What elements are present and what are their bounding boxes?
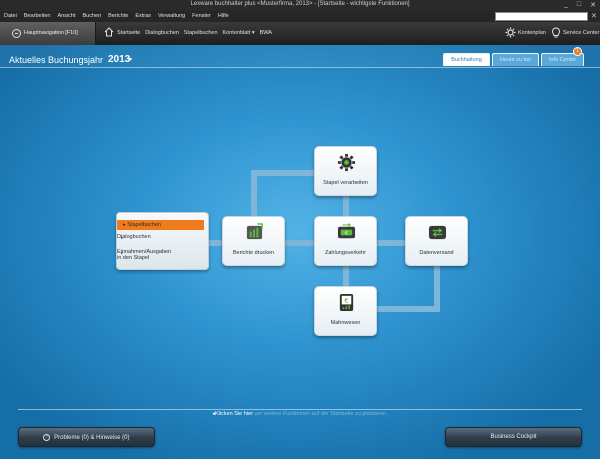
link-bwa[interactable]: BWA	[260, 30, 272, 36]
warning-icon: !	[43, 434, 51, 441]
tile-stapel-verarbeiten[interactable]: Stapel verarbeiten	[314, 146, 377, 196]
service-center-label: Service Center	[563, 30, 600, 36]
menu-item-einnahmen-ausgaben[interactable]: Einnahmen/Ausgaben in den Stapel	[117, 249, 171, 261]
divider	[18, 409, 582, 410]
tile-berichte-drucken[interactable]: Berichte drucken	[222, 216, 285, 266]
window-controls: _ □ ✕	[564, 1, 596, 9]
business-cockpit-button[interactable]: Business Cockpit	[445, 427, 582, 447]
close-button[interactable]: ✕	[590, 1, 596, 9]
link-stapelbuchen[interactable]: Stapelbuchen	[184, 30, 218, 36]
hauptnavigation-button[interactable]: Hauptnavigation [F10]	[0, 22, 96, 45]
tile-stapel-verarbeiten-label: Stapel verarbeiten	[323, 180, 368, 186]
menu-berichte[interactable]: Berichte	[108, 13, 128, 19]
info-center-badge: 1	[573, 47, 582, 56]
link-startseite[interactable]: Startseite	[117, 30, 140, 36]
connector-line	[343, 265, 349, 287]
problems-hints-label: Probleme (0) & Hinweise (0)	[54, 435, 130, 442]
search-input[interactable]	[495, 12, 588, 21]
svg-text:€: €	[345, 230, 348, 236]
home-icon[interactable]	[104, 27, 114, 37]
menu-fenster[interactable]: Fenster	[192, 13, 211, 19]
hauptnavigation-label: Hauptnavigation [F10]	[24, 30, 78, 36]
hint-rest: um weitere Funktionen auf der Startseite…	[254, 411, 388, 417]
menu-item-stapelbuchen-label: Stapelbuchen	[127, 222, 161, 228]
lightbulb-icon	[552, 27, 560, 38]
link-dialogbuchen[interactable]: Dialogbuchen	[145, 30, 179, 36]
tab-buchhaltung[interactable]: Buchhaltung	[443, 53, 490, 66]
chevron-down-icon[interactable]: ▾	[129, 56, 132, 63]
menu-item-dialogbuchen[interactable]: Dialogbuchen	[117, 234, 151, 240]
kontenplan-label: Kontenplan	[518, 30, 546, 36]
close-document-button[interactable]: ✕	[591, 12, 597, 20]
connector-line	[377, 306, 440, 312]
tile-mahnwesen[interactable]: € Mahnwesen	[314, 286, 377, 336]
menu-buchen[interactable]: Buchen	[83, 13, 102, 19]
menu-item-einnahmen-line2: in den Stapel	[117, 255, 150, 261]
menu-hilfe[interactable]: Hilfe	[218, 13, 229, 19]
link-kontenblatt[interactable]: Kontenblatt ▾	[223, 30, 255, 36]
connector-line	[251, 170, 316, 176]
menu-extras[interactable]: Extras	[135, 13, 151, 19]
tile-zahlungsverkehr[interactable]: € Zahlungsverkehr	[314, 216, 377, 266]
gear-icon	[505, 27, 516, 38]
buchen-menu-card: ▸ Stapelbuchen ▸ Dialogbuchen ▸ Einnahme…	[116, 212, 209, 270]
tile-berichte-drucken-label: Berichte drucken	[232, 250, 275, 256]
report-icon	[246, 223, 263, 240]
year-label: Aktuelles Buchungsjahr	[9, 55, 104, 65]
hint-link[interactable]: Klicken Sie hier	[215, 411, 253, 417]
menu-bar: Datei Bearbeiten Ansicht Buchen Berichte…	[0, 11, 600, 22]
maximize-button[interactable]: □	[577, 1, 581, 9]
kontenplan-button[interactable]: Kontenplan	[505, 27, 546, 40]
collapse-icon	[12, 29, 21, 38]
main-area	[0, 45, 600, 459]
tile-datenversand[interactable]: Datenversand	[405, 216, 468, 266]
window-title: Lexware buchhalter plus <Musterfirma, 20…	[190, 1, 410, 7]
title-bar: Lexware buchhalter plus <Musterfirma, 20…	[0, 0, 600, 11]
tile-mahnwesen-label: Mahnwesen	[330, 320, 361, 326]
payment-icon: €	[337, 223, 356, 239]
year-value[interactable]: 2013	[108, 54, 130, 65]
hint-text: ◂Klicken Sie hier um weitere Funktionen …	[0, 411, 600, 417]
service-center-button[interactable]: Service Center	[551, 27, 599, 40]
data-transfer-icon	[428, 225, 447, 240]
tile-datenversand-label: Datenversand	[419, 250, 454, 256]
gear-icon	[337, 153, 356, 172]
problems-hints-button[interactable]: ! Probleme (0) & Hinweise (0)	[18, 427, 155, 447]
connector-line	[434, 265, 440, 310]
business-cockpit-label: Business Cockpit	[490, 434, 537, 440]
dunning-icon: €	[339, 293, 354, 312]
menu-verwaltung[interactable]: Verwaltung	[158, 13, 185, 19]
quick-links: Startseite Dialogbuchen Stapelbuchen Kon…	[117, 30, 272, 36]
connector-line	[377, 240, 407, 246]
tile-zahlungsverkehr-label: Zahlungsverkehr	[325, 250, 366, 256]
minimize-button[interactable]: _	[564, 1, 568, 9]
connector-line	[343, 196, 349, 218]
menu-ansicht[interactable]: Ansicht	[57, 13, 75, 19]
svg-text:€: €	[344, 297, 348, 305]
menu-bearbeiten[interactable]: Bearbeiten	[24, 13, 51, 19]
connector-line	[251, 170, 257, 218]
menu-item-stapelbuchen[interactable]: ▸ Stapelbuchen	[117, 220, 204, 230]
tab-heute-zu-tun[interactable]: Heute zu tun	[492, 53, 539, 66]
connector-line	[285, 240, 317, 246]
menu-datei[interactable]: Datei	[4, 13, 17, 19]
